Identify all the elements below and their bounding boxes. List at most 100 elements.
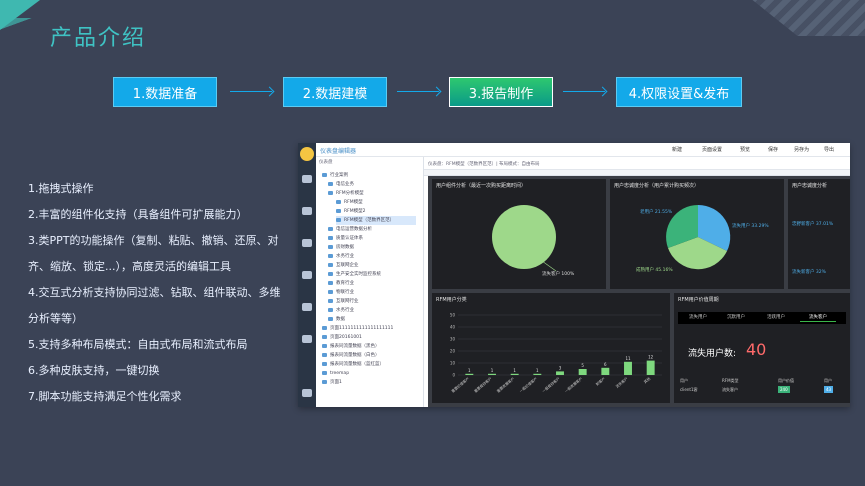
file-icon (336, 217, 341, 222)
tree-item[interactable]: 水务行业 (328, 252, 354, 261)
table-cell: 240 (778, 386, 790, 393)
bar-value-label: 6 (604, 362, 607, 367)
tree-item[interactable]: 报表同流量数据（黑色） (322, 342, 380, 351)
tree-item[interactable]: 页面1111111111111111111 (322, 324, 393, 333)
tree-item[interactable]: 互联网行业 (328, 297, 359, 306)
tree-item[interactable]: RFM模型 (336, 198, 363, 207)
step-data-modeling[interactable]: 2.数据建模 (283, 77, 387, 107)
tree-item[interactable]: 质量认证体系 (328, 234, 363, 243)
tree-item[interactable]: RFM分析模型 (328, 189, 364, 198)
tree-item[interactable]: 教育行业 (328, 279, 354, 288)
tree-header: 仪表盘 (319, 160, 333, 165)
value-table: 用户 RFM类型 用户价值 用户 client1客 流失客户 240 43 (678, 377, 846, 399)
power-icon[interactable] (302, 389, 312, 397)
tree-item[interactable]: 房财数据 (328, 243, 354, 252)
file-icon (336, 199, 341, 204)
folder-icon (328, 316, 333, 321)
bar-chart: 010203040501重要价值客户1重要保持客户1重要发展客户1一般价值客户3… (450, 313, 662, 394)
tab-lost-customers[interactable]: 流失客户 (800, 313, 836, 322)
toolbar-preview[interactable]: 预览 (740, 146, 750, 153)
tree-item[interactable]: 报表同流量数据（白色） (322, 351, 380, 360)
toolbar-save[interactable]: 保存 (768, 146, 778, 153)
bar[interactable] (465, 373, 474, 375)
table-header: RFM类型 (722, 378, 739, 383)
folder-icon (322, 172, 327, 177)
value-label: 流失用户数: (688, 349, 737, 359)
tab-active-users[interactable]: 活跃用户 (758, 313, 794, 322)
feature-list: 1.拖拽式操作 2.丰富的组件化支持（具备组件可扩展能力） 3.类PPT的功能操… (28, 176, 286, 410)
bar-value-label: 5 (581, 363, 584, 368)
home-icon[interactable] (302, 175, 312, 183)
monitor-icon[interactable] (302, 271, 312, 279)
pie-panel-3[interactable]: 用户忠诚度分析 忠野新客户 37.01% 流失新客户 32% (788, 179, 850, 289)
tree-item[interactable]: 互联网企业 (328, 261, 359, 270)
settings-icon[interactable] (302, 303, 312, 311)
y-tick-label: 10 (450, 361, 456, 366)
document-icon[interactable] (302, 335, 312, 343)
tree-item[interactable]: 物联行业 (328, 288, 354, 297)
tree-item[interactable]: 电信业务 (328, 180, 354, 189)
tree-item[interactable]: 行业案例 (322, 171, 348, 180)
value-panel[interactable]: RFM用户价值周期 流失用户 沉默用户 活跃用户 流失客户 流失用户数: 40 … (674, 293, 850, 403)
bar[interactable] (624, 361, 632, 375)
tree-item[interactable]: 电信运营数据分析 (328, 225, 372, 234)
table-header: 用户 (824, 378, 832, 383)
step-report-making[interactable]: 3.报告制作 (449, 77, 553, 107)
pie-label: 成熟用户 45.16% (636, 266, 673, 273)
pie-panel-1[interactable]: 用户组件分析（最近一次购买距离时间） 流失客户 100% (432, 179, 606, 289)
toolbar-new[interactable]: 新建 (672, 146, 682, 153)
bar-panel[interactable]: RFM用户分类 0 10 20 30 40 50 1 重要价值客户 1 重要保持客户 1 重要发展客户… (432, 293, 670, 403)
database-icon[interactable] (302, 207, 312, 215)
dashboard-canvas: 用户组件分析（最近一次购买距离时间） 流失客户 100% 用户忠诚度分析（用户累… (428, 176, 850, 407)
x-tick-label: 一般保持客户 (541, 376, 561, 394)
bar[interactable] (601, 367, 610, 375)
bar[interactable] (578, 369, 587, 375)
resource-tree: 仪表盘 行业案例 电信业务 RFM分析模型 RFM模型 RFM模型2 RFM模型… (316, 157, 424, 407)
pie-panel-2[interactable]: 用户忠诚度分析（用户累计购买频次） 老用户 21.55% 流失用户 33.29%… (610, 179, 784, 289)
bar[interactable] (556, 371, 564, 375)
y-tick-label: 0 (452, 373, 455, 378)
tab-lost-users[interactable]: 流失用户 (680, 313, 716, 322)
tree-item[interactable]: 页面1 (322, 378, 342, 387)
tab-silent-users[interactable]: 沉默用户 (718, 313, 754, 322)
x-tick-label: 重要价值客户 (450, 376, 470, 394)
x-tick-label: 新客户 (595, 376, 607, 387)
feature-item: 2.丰富的组件化支持（具备组件可扩展能力） (28, 208, 248, 221)
page-title: 产品介绍 (50, 26, 147, 51)
folder-icon (328, 298, 333, 303)
folder-icon (328, 289, 333, 294)
step-data-prep[interactable]: 1.数据准备 (113, 77, 217, 107)
tree-item[interactable]: 报表同流量数据（蓝红蓝） (322, 360, 384, 369)
feature-item: 5.支持多种布局模式：自由式布局和流式布局 (28, 338, 248, 351)
tree-item[interactable]: 页面20161001 (322, 333, 362, 342)
pie-label: 流失用户 33.29% (732, 222, 769, 229)
file-icon (322, 343, 327, 348)
step-permission-publish[interactable]: 4.权限设置&发布 (616, 77, 742, 107)
tree-item[interactable]: 数据 (328, 315, 345, 324)
value-number: 40 (746, 340, 767, 359)
bar[interactable] (533, 373, 542, 375)
tree-item-selected[interactable]: RFM模型（范数界区范） (336, 216, 416, 225)
tree-item[interactable]: 水务行业 (328, 306, 354, 315)
corner-decoration-right (752, 0, 865, 36)
x-tick-label: 流失客户 (614, 376, 629, 389)
x-tick-label: 其他 (643, 376, 652, 385)
dashboard-icon[interactable] (302, 239, 312, 247)
app-sidebar (298, 143, 316, 407)
bar[interactable] (488, 373, 496, 375)
toolbar-export[interactable]: 导出 (824, 146, 834, 153)
toolbar-page-settings[interactable]: 页面设置 (702, 146, 722, 153)
folder-icon (328, 307, 333, 312)
value-tabs: 流失用户 沉默用户 活跃用户 流失客户 (678, 312, 846, 324)
folder-icon (328, 280, 333, 285)
tree-item[interactable]: 生产安全实时监控系统 (328, 270, 381, 279)
pie-chart-2: 老用户 21.55% 流失用户 33.29% 成熟用户 45.16% (636, 204, 769, 273)
toolbar-save-as[interactable]: 另存为 (794, 146, 809, 153)
canvas-info: 仪表盘：RFM模型（范数界区范）| 布局模式：自由布局 (428, 162, 540, 167)
tree-item[interactable]: treemap (322, 369, 349, 378)
pie-slice (492, 205, 556, 269)
bar[interactable] (510, 373, 519, 375)
bar[interactable] (646, 360, 655, 375)
tree-item[interactable]: RFM模型2 (336, 207, 365, 216)
pie-label: 流失客户 100% (542, 270, 575, 277)
